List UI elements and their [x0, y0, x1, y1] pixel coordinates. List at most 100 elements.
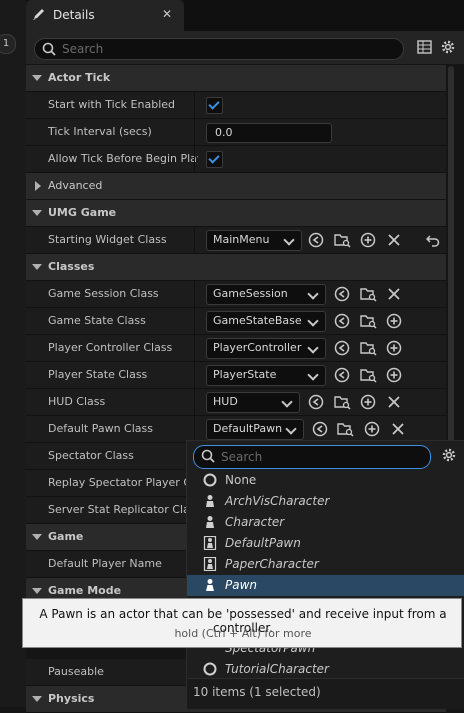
browse-icon[interactable] [360, 367, 377, 383]
picker-item-archvischaracter[interactable]: ArchVisCharacter [187, 491, 464, 512]
chevron-down-icon [307, 315, 319, 327]
tab-details[interactable]: Details ✕ [26, 0, 184, 31]
picker-item-papercharacter[interactable]: PaperCharacter [187, 554, 464, 575]
use-selected-icon[interactable] [308, 232, 324, 248]
use-selected-icon[interactable] [308, 394, 324, 410]
game-state-combo[interactable]: GameStateBase [206, 311, 326, 332]
clear-icon[interactable] [386, 232, 402, 248]
property-row: Allow Tick Before Begin Play [26, 146, 446, 173]
allow-tick-checkbox[interactable] [206, 151, 223, 168]
category-advanced[interactable]: Advanced [26, 173, 446, 200]
add-icon[interactable] [360, 394, 376, 410]
browse-icon[interactable] [360, 286, 377, 302]
category-label: Classes [48, 260, 95, 273]
game-session-combo[interactable]: GameSession [206, 284, 326, 305]
pawn-icon [206, 579, 214, 591]
picker-search-placeholder: Search [221, 450, 263, 464]
browse-icon[interactable] [334, 232, 351, 248]
close-icon[interactable]: ✕ [162, 7, 172, 21]
combo-value: PlayerController [213, 341, 302, 354]
category-classes[interactable]: Classes [26, 254, 446, 281]
property-label: Start with Tick Enabled [48, 98, 176, 111]
category-actor-tick[interactable]: Actor Tick [26, 65, 446, 92]
player-controller-combo[interactable]: PlayerController [206, 338, 326, 359]
property-label: Starting Widget Class [48, 233, 167, 246]
combo-value: PlayerState [213, 368, 277, 381]
collapse-icon [32, 75, 42, 81]
gear-icon[interactable] [441, 447, 457, 463]
player-state-combo[interactable]: PlayerState [206, 365, 326, 386]
tooltip-hint: hold (Ctrl + Alt) for more [174, 627, 312, 640]
browse-icon[interactable] [337, 421, 354, 437]
pawn-icon [203, 536, 217, 550]
start-tick-checkbox[interactable] [206, 97, 223, 114]
starting-widget-combo[interactable]: MainMenu [206, 230, 302, 251]
picker-item-label: ArchVisCharacter [225, 494, 330, 508]
picker-item-tutorialcharacter[interactable]: TutorialCharacter [187, 659, 464, 680]
collapse-icon [32, 210, 42, 216]
default-pawn-combo[interactable]: DefaultPawn [206, 419, 304, 440]
tab-bar: Details ✕ [26, 0, 464, 31]
category-label: Game [48, 530, 84, 543]
property-label: Default Pawn Class [48, 422, 153, 435]
category-umg-game[interactable]: UMG Game [26, 200, 446, 227]
browse-icon[interactable] [360, 313, 377, 329]
gear-icon[interactable] [440, 39, 456, 55]
tick-interval-input[interactable]: 0.0 [206, 123, 332, 143]
picker-footer: 10 items (1 selected) [187, 678, 464, 709]
clear-icon[interactable] [390, 421, 406, 437]
property-label: Game State Class [48, 314, 146, 327]
add-icon[interactable] [386, 313, 402, 329]
picker-item-none[interactable]: None [187, 470, 464, 491]
add-icon[interactable] [386, 367, 402, 383]
add-icon[interactable] [364, 421, 380, 437]
chevron-down-icon [307, 342, 319, 354]
add-icon[interactable] [386, 340, 402, 356]
property-label: Default Player Name [48, 557, 162, 570]
pencil-icon [33, 9, 44, 20]
property-label: Tick Interval (secs) [48, 125, 152, 138]
picker-item-character[interactable]: Character [187, 512, 464, 533]
property-label: Pauseable [48, 665, 104, 678]
use-selected-icon[interactable] [334, 367, 350, 383]
none-icon [203, 473, 217, 487]
use-selected-icon[interactable] [312, 421, 328, 437]
table-view-icon[interactable] [417, 40, 432, 54]
collapse-icon [32, 696, 42, 702]
search-input[interactable]: Search [34, 38, 404, 60]
use-selected-icon[interactable] [334, 340, 350, 356]
browse-icon[interactable] [334, 394, 351, 410]
combo-value: MainMenu [213, 233, 270, 246]
property-row: HUD Class HUD [26, 389, 446, 416]
use-selected-icon[interactable] [334, 313, 350, 329]
collapse-icon [32, 534, 42, 540]
clear-icon[interactable] [386, 286, 402, 302]
property-row: Tick Interval (secs) 0.0 [26, 119, 446, 146]
hud-combo[interactable]: HUD [206, 392, 300, 413]
use-selected-icon[interactable] [334, 286, 350, 302]
picker-item-label: DefaultPawn [225, 536, 301, 550]
tooltip: A Pawn is an actor that can be 'possesse… [22, 598, 462, 648]
property-label: Replay Spectator Player Co [48, 476, 198, 489]
category-label: UMG Game [48, 206, 117, 219]
picker-item-pawn[interactable]: Pawn [187, 575, 464, 596]
picker-item-label: PaperCharacter [225, 557, 319, 571]
property-row: Game Session Class GameSession [26, 281, 446, 308]
combo-value: GameSession [213, 287, 288, 300]
clear-icon[interactable] [386, 394, 402, 410]
combo-value: GameStateBase [213, 314, 302, 327]
browse-icon[interactable] [360, 340, 377, 356]
property-row: Player Controller Class PlayerController [26, 335, 446, 362]
combo-value: HUD [213, 395, 238, 408]
property-label: HUD Class [48, 395, 106, 408]
reset-to-default-icon[interactable] [426, 233, 440, 247]
chevron-down-icon [283, 234, 295, 246]
property-row: Start with Tick Enabled [26, 92, 446, 119]
picker-search-input[interactable]: Search [193, 445, 431, 469]
add-icon[interactable] [360, 232, 376, 248]
tick-interval-value: 0.0 [215, 126, 233, 139]
none-icon [203, 662, 217, 676]
category-label: Actor Tick [48, 71, 111, 84]
picker-item-defaultpawn[interactable]: DefaultPawn [187, 533, 464, 554]
property-label: Server Stat Replicator Clas [48, 503, 196, 516]
